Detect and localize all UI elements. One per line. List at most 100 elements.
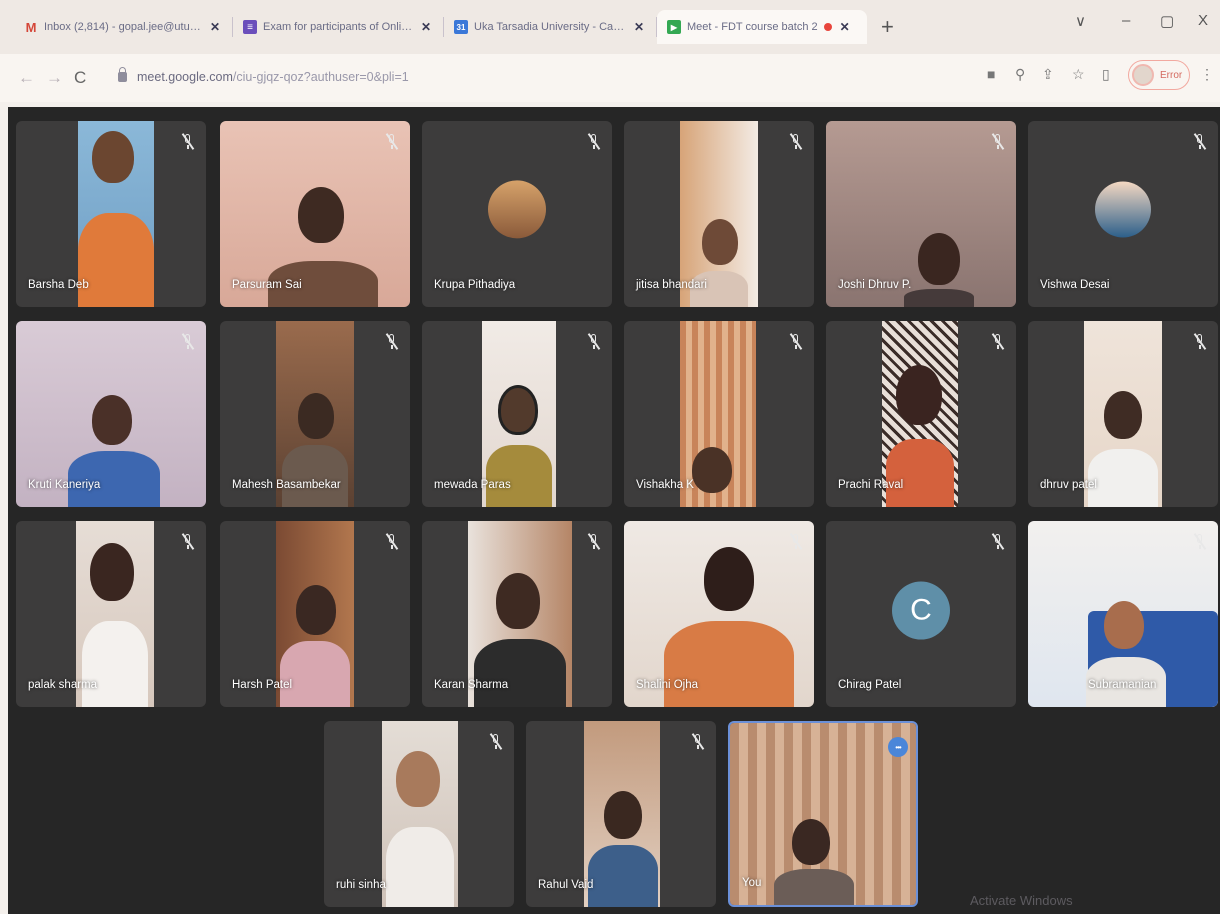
tab-label: Meet - FDT course batch 2 — [687, 21, 818, 33]
participant-tile[interactable]: C Chirag Patel — [826, 521, 1016, 707]
tab-label: Uka Tarsadia University - Calend — [474, 21, 626, 33]
mic-off-icon — [990, 133, 1006, 151]
mic-off-icon — [384, 133, 400, 151]
speaking-indicator-icon: ••• — [888, 737, 908, 757]
profile-status-label: Error — [1160, 69, 1183, 81]
participant-name: palak sharma — [28, 679, 98, 691]
participant-name: Rahul Vaid — [538, 879, 594, 891]
participant-tile[interactable]: Harsh Patel — [220, 521, 410, 707]
menu-icon[interactable]: ⋮ — [1200, 66, 1214, 83]
participant-tile[interactable]: Krupa Pithadiya — [422, 121, 612, 307]
participant-name: dhruv patel — [1040, 479, 1097, 491]
participant-tile[interactable]: Barsha Deb — [16, 121, 206, 307]
mic-off-icon — [384, 333, 400, 351]
maximize-button[interactable]: ▢ — [1160, 12, 1174, 30]
participant-video — [78, 121, 154, 307]
forward-icon[interactable]: → — [46, 68, 63, 88]
url-path: /ciu-gjqz-qoz?authuser=0&pli=1 — [232, 70, 409, 84]
participant-tile[interactable]: Karan Sharma — [422, 521, 612, 707]
participant-tile[interactable]: mewada Paras — [422, 321, 612, 507]
participant-name: Prachi Raval — [838, 479, 904, 491]
participant-tile[interactable]: Joshi Dhruv P. — [826, 121, 1016, 307]
mic-off-icon — [586, 133, 602, 151]
forms-icon: ≡ — [243, 20, 257, 34]
participant-tile[interactable]: Prachi Raval — [826, 321, 1016, 507]
participant-tile[interactable]: jitisa bhandari — [624, 121, 814, 307]
participant-video — [584, 721, 660, 907]
self-view-tile[interactable]: You ••• — [728, 721, 918, 907]
participant-name: Shalini Ojha — [636, 679, 699, 691]
participant-name: ruhi sinha — [336, 879, 386, 891]
participant-name: Vishakha K — [636, 479, 694, 491]
participant-tile[interactable]: Subramanian — [1028, 521, 1218, 707]
minimize-button[interactable]: – — [1122, 12, 1130, 29]
participant-avatar — [488, 180, 546, 239]
tab-search-button[interactable]: ∨ — [1075, 12, 1086, 30]
tab-exam-form[interactable]: ≡ Exam for participants of Online ✕ — [233, 10, 441, 44]
participant-tile[interactable]: Kruti Kaneriya — [16, 321, 206, 507]
tab-label: Inbox (2,814) - gopal.jee@utu.ac — [44, 21, 202, 33]
mic-off-icon — [1192, 133, 1208, 151]
close-icon[interactable]: ✕ — [421, 20, 431, 34]
participant-name: Krupa Pithadiya — [434, 279, 516, 291]
activation-watermark: Activate Windows — [970, 893, 1073, 908]
close-icon[interactable]: ✕ — [840, 20, 850, 34]
mic-off-icon — [788, 133, 804, 151]
participant-tile[interactable]: Mahesh Basambekar — [220, 321, 410, 507]
mic-off-icon — [990, 533, 1006, 551]
camera-indicator-icon[interactable]: ■ — [987, 66, 995, 82]
share-icon[interactable]: ⇪ — [1042, 66, 1054, 83]
participant-tile[interactable]: ruhi sinha — [324, 721, 514, 907]
participant-name: Mahesh Basambekar — [232, 479, 341, 491]
tab-label: Exam for participants of Online — [263, 21, 413, 33]
mic-off-icon — [586, 333, 602, 351]
participant-name: Chirag Patel — [838, 679, 902, 691]
bookmark-star-icon[interactable]: ☆ — [1072, 66, 1085, 83]
close-icon[interactable]: ✕ — [634, 20, 644, 34]
participant-tile[interactable]: Rahul Vaid — [526, 721, 716, 907]
mic-off-icon — [180, 533, 196, 551]
participant-tile[interactable]: dhruv patel — [1028, 321, 1218, 507]
mic-off-icon — [586, 533, 602, 551]
meet-icon: ▶ — [667, 20, 681, 34]
recording-dot-icon — [823, 23, 832, 31]
mic-off-icon — [788, 533, 804, 551]
participant-name: Barsha Deb — [28, 279, 89, 291]
participant-tile[interactable]: Vishwa Desai — [1028, 121, 1218, 307]
mic-off-icon — [180, 333, 196, 351]
new-tab-button[interactable]: + — [881, 14, 894, 40]
calendar-icon: 31 — [454, 20, 468, 34]
participant-name: Parsuram Sai — [232, 279, 302, 291]
participant-name: jitisa bhandari — [636, 279, 707, 291]
participant-name: Vishwa Desai — [1040, 279, 1110, 291]
side-panel-icon[interactable]: ▯ — [1102, 66, 1110, 83]
avatar — [1132, 64, 1154, 86]
close-window-button[interactable]: X — [1198, 12, 1208, 29]
gmail-icon: M — [25, 19, 37, 35]
tab-meet[interactable]: ▶ Meet - FDT course batch 2 ✕ — [657, 10, 867, 44]
back-icon[interactable]: ← — [18, 68, 35, 88]
participant-avatar: C — [892, 581, 950, 640]
participant-tile[interactable]: palak sharma — [16, 521, 206, 707]
lock-icon — [118, 67, 127, 82]
participant-name: Joshi Dhruv P. — [838, 279, 912, 291]
profile-button[interactable]: Error — [1128, 60, 1190, 90]
address-bar: ← → C meet.google.com /ciu-gjqz-qoz?auth… — [0, 54, 1220, 102]
url-field[interactable]: meet.google.com /ciu-gjqz-qoz?authuser=0… — [118, 62, 988, 92]
participant-name: Kruti Kaneriya — [28, 479, 101, 491]
tab-strip: M Inbox (2,814) - gopal.jee@utu.ac ✕ ≡ E… — [0, 0, 1220, 54]
zoom-icon[interactable]: ⚲ — [1015, 66, 1025, 83]
mic-off-icon — [1192, 333, 1208, 351]
mic-off-icon — [788, 333, 804, 351]
mic-off-icon — [1192, 533, 1208, 551]
tab-calendar[interactable]: 31 Uka Tarsadia University - Calend ✕ — [444, 10, 654, 44]
participant-tile[interactable]: Shalini Ojha — [624, 521, 814, 707]
participant-tile[interactable]: Vishakha K — [624, 321, 814, 507]
tab-gmail[interactable]: M Inbox (2,814) - gopal.jee@utu.ac ✕ — [14, 10, 230, 44]
reload-icon[interactable]: C — [74, 68, 86, 88]
participant-name: Subramanian — [1088, 679, 1157, 691]
participant-tile[interactable]: Parsuram Sai — [220, 121, 410, 307]
participant-video — [382, 721, 458, 907]
participant-name: Karan Sharma — [434, 679, 509, 691]
close-icon[interactable]: ✕ — [210, 20, 220, 34]
